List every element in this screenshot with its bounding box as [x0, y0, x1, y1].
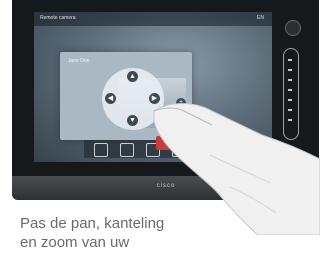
status-right: EN — [257, 15, 264, 21]
share-icon[interactable] — [94, 143, 108, 157]
status-bar: Remote camera EN — [34, 12, 272, 26]
pan-left-button[interactable]: ◀ — [105, 93, 116, 104]
tilt-up-button[interactable]: ▲ — [127, 71, 138, 82]
hand-illustration — [153, 103, 320, 235]
mute-icon[interactable] — [285, 20, 301, 36]
participant-name: Jane Doe — [68, 58, 90, 64]
tilt-down-button[interactable]: ▼ — [127, 115, 138, 126]
caption-line-1: Pas de pan, kanteling — [20, 215, 165, 232]
caption-line-2: en zoom van uw — [20, 234, 130, 251]
window-title: Remote camera — [40, 15, 76, 21]
caption-text: Pas de pan, kanteling en zoom van uw — [20, 214, 164, 252]
add-participant-icon[interactable] — [120, 143, 134, 157]
